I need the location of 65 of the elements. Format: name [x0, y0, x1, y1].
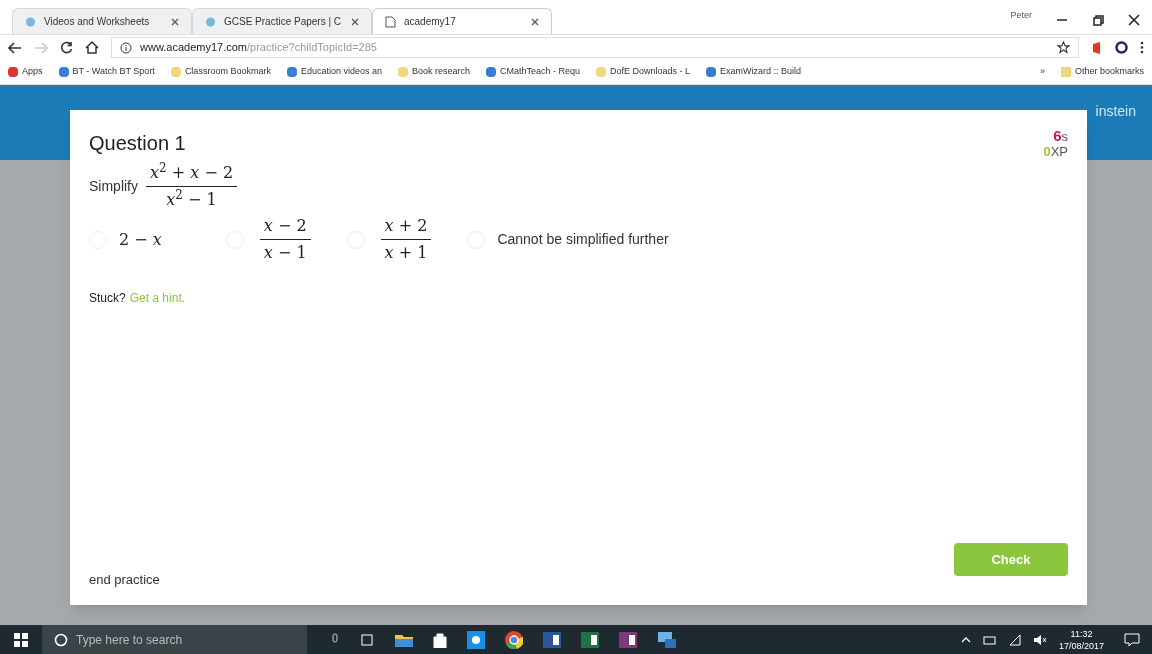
- browser-tab[interactable]: academy17: [372, 8, 552, 34]
- star-icon[interactable]: [1057, 41, 1070, 54]
- wifi-icon[interactable]: [1008, 633, 1021, 646]
- tab-title: academy17: [404, 15, 457, 29]
- clock-time[interactable]: 11:32: [1070, 627, 1093, 640]
- circle-icon[interactable]: [1115, 41, 1128, 54]
- end-practice-link[interactable]: end practice: [89, 569, 160, 589]
- task-view-icon[interactable]: [359, 633, 375, 646]
- notification-icon[interactable]: [1124, 632, 1140, 647]
- fraction: x − 2 x − 1: [255, 216, 315, 263]
- close-icon[interactable]: [1128, 14, 1140, 26]
- restore-icon[interactable]: [1092, 14, 1104, 26]
- home-icon[interactable]: [85, 41, 99, 54]
- muted-speaker-icon[interactable]: [1032, 633, 1047, 646]
- folder-icon[interactable]: [395, 632, 413, 647]
- xp-counter: 0XP: [1043, 144, 1068, 159]
- answer-option: Cannot be simplified further: [497, 229, 669, 250]
- bookmark[interactable]: DofE Downloads - L: [596, 65, 691, 79]
- more-bookmarks-button[interactable]: »: [1039, 65, 1045, 79]
- bookmark[interactable]: Apps: [8, 65, 43, 79]
- browser-tab[interactable]: GCSE Practice Papers | C: [192, 8, 372, 34]
- menu-icon[interactable]: [1140, 41, 1144, 54]
- cortana-icon: [54, 632, 68, 647]
- bookmark[interactable]: CMathTeach - Requ: [486, 65, 581, 79]
- fraction: x$^{2}$ + x − 2 x$^{2}$ − 1: [142, 163, 242, 210]
- reload-icon[interactable]: [60, 41, 73, 54]
- question-prompt: Simplify: [89, 177, 138, 196]
- chrome-icon[interactable]: [505, 630, 523, 649]
- back-icon[interactable]: [8, 41, 22, 54]
- word-icon[interactable]: [543, 631, 561, 648]
- close-icon[interactable]: [531, 17, 539, 26]
- question-title: Question 1: [89, 131, 186, 156]
- answer-option: 2 − x: [119, 227, 194, 252]
- hint-prompt: Stuck?: [89, 290, 126, 307]
- office-icon[interactable]: [1091, 40, 1103, 55]
- computer-icon[interactable]: [657, 630, 677, 649]
- bookmark-folder[interactable]: Other bookmarks: [1060, 65, 1144, 79]
- search-field[interactable]: Type here to search: [42, 625, 307, 654]
- battery-icon[interactable]: [982, 634, 997, 645]
- info-icon[interactable]: [120, 41, 132, 54]
- close-icon[interactable]: [351, 17, 359, 26]
- chevron-up-icon[interactable]: [960, 636, 971, 643]
- tab-title: GCSE Practice Papers | C: [224, 15, 343, 29]
- windows-icon[interactable]: [14, 632, 28, 647]
- browser-tab[interactable]: Videos and Worksheets: [12, 8, 192, 34]
- timer: 6s: [1053, 128, 1068, 144]
- bookmark[interactable]: Book research: [397, 65, 470, 79]
- close-icon[interactable]: [171, 17, 179, 26]
- clock-date[interactable]: 17/08/2017: [1058, 639, 1104, 652]
- globe-icon: [205, 15, 216, 28]
- page-icon: [385, 15, 396, 28]
- app-icon[interactable]: [467, 630, 485, 649]
- profile-name[interactable]: Peter: [1010, 8, 1032, 22]
- excel-icon[interactable]: [581, 631, 599, 648]
- bookmark[interactable]: BT - Watch BT Sport: [58, 65, 155, 79]
- shopping-bag-icon[interactable]: [433, 631, 447, 648]
- fraction: x + 2 x + 1: [376, 216, 436, 263]
- tab-title: Videos and Worksheets: [44, 15, 151, 29]
- bookmark[interactable]: Classroom Bookmark: [170, 65, 271, 79]
- bookmark[interactable]: Education videos an: [286, 65, 382, 79]
- user-name[interactable]: instein: [1095, 101, 1136, 160]
- bookmark[interactable]: ExamWizard :: Build: [706, 65, 802, 79]
- globe-icon: [25, 15, 36, 28]
- address-bar[interactable]: www.academy17.com/practice?childTopicId=285: [111, 37, 1079, 58]
- onenote-icon[interactable]: [619, 631, 637, 648]
